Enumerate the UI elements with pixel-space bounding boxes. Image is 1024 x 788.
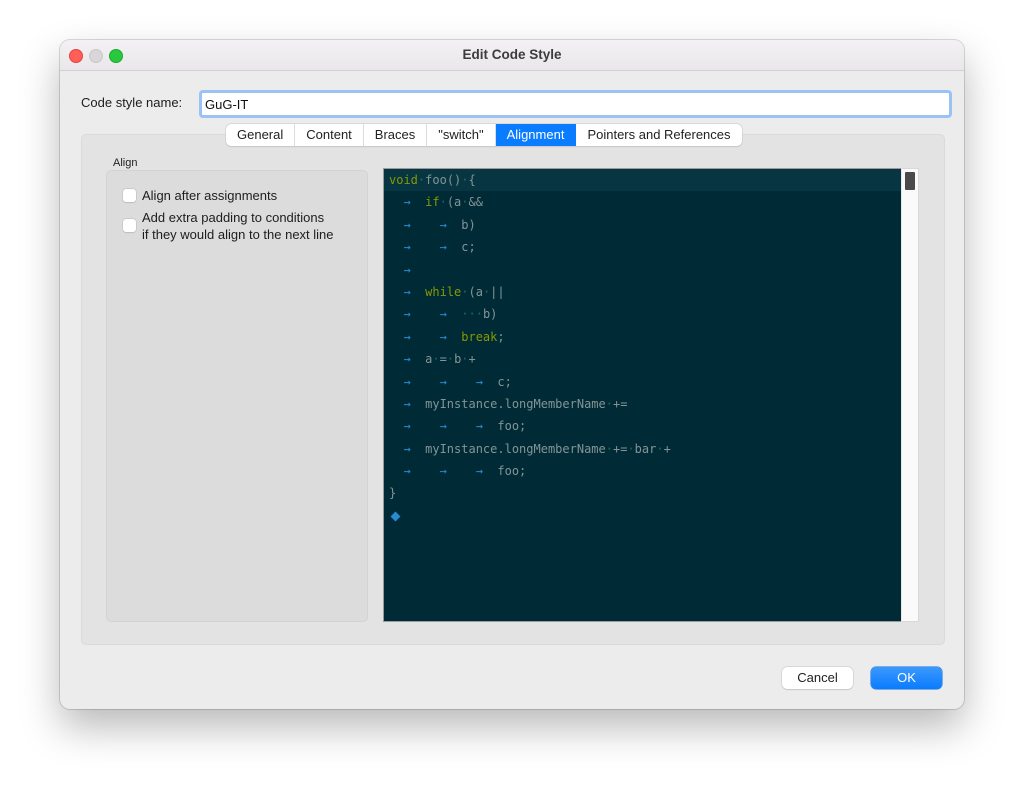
align-after-assignments-checkbox[interactable] bbox=[123, 189, 136, 202]
tab-marker-icon: → bbox=[425, 464, 462, 479]
code-line: → if·(a·&& bbox=[389, 195, 483, 210]
tab-marker-icon: → bbox=[389, 352, 426, 367]
tab-switch[interactable]: "switch" bbox=[427, 124, 496, 146]
ok-button[interactable]: OK bbox=[871, 667, 942, 689]
code-line: → myInstance.longMemberName·+=·bar·+ bbox=[389, 441, 671, 456]
code-line: → → → c; bbox=[389, 374, 512, 389]
tab-marker-icon: → bbox=[389, 329, 426, 344]
tab-marker-icon: → bbox=[425, 307, 462, 322]
tab-marker-icon: → bbox=[389, 374, 426, 389]
tab-braces[interactable]: Braces bbox=[364, 124, 428, 146]
tab-general[interactable]: General bbox=[226, 124, 296, 146]
code-line: → → → foo; bbox=[389, 464, 527, 479]
align-group-label: Align bbox=[113, 157, 138, 169]
tab-marker-icon: → bbox=[461, 419, 498, 434]
code-preview-editor[interactable]: void·foo()·{ → if·(a·&& → → b) → → c; → … bbox=[383, 168, 902, 622]
extra-padding-conditions-label: Add extra padding to conditions if they … bbox=[142, 209, 334, 243]
preview-scrollbar[interactable] bbox=[901, 168, 919, 622]
code-line: → myInstance.longMemberName·+= bbox=[389, 396, 628, 411]
tab-marker-icon: → bbox=[425, 374, 462, 389]
edit-code-style-dialog: Edit Code Style Code style name: General… bbox=[60, 40, 964, 709]
extra-padding-label-line2: if they would align to the next line bbox=[142, 227, 334, 242]
code-line: → → break; bbox=[389, 329, 505, 344]
code-line bbox=[384, 505, 902, 527]
end-of-file-marker-icon bbox=[390, 511, 401, 522]
tab-marker-icon: → bbox=[425, 329, 462, 344]
extra-padding-label-line1: Add extra padding to conditions bbox=[142, 210, 325, 225]
tab-marker-icon: → bbox=[389, 284, 426, 299]
tab-marker-icon: → bbox=[461, 464, 498, 479]
align-after-assignments-label: Align after assignments bbox=[142, 188, 278, 203]
code-style-name-label: Code style name: bbox=[81, 95, 183, 110]
tab-marker-icon: → bbox=[389, 396, 426, 411]
code-style-name-input[interactable] bbox=[199, 90, 952, 118]
tab-marker-icon: → bbox=[461, 374, 498, 389]
tab-marker-icon: → bbox=[425, 240, 462, 255]
tab-marker-icon: → bbox=[389, 262, 426, 277]
tab-marker-icon: → bbox=[389, 307, 426, 322]
tab-alignment[interactable]: Alignment bbox=[495, 124, 577, 146]
code-line: → bbox=[384, 259, 902, 281]
tab-pointers-and-references[interactable]: Pointers and References bbox=[576, 124, 741, 146]
tab-marker-icon: → bbox=[389, 441, 426, 456]
extra-padding-conditions-checkbox[interactable] bbox=[123, 219, 136, 232]
tab-bar: General Content Braces "switch" Alignmen… bbox=[226, 124, 742, 146]
tab-marker-icon: → bbox=[389, 464, 426, 479]
tab-marker-icon: → bbox=[425, 419, 462, 434]
align-options-group: Align after assignments Add extra paddin… bbox=[106, 170, 368, 622]
code-line: } bbox=[389, 486, 397, 501]
tab-marker-icon: → bbox=[389, 195, 426, 210]
code-line: → → b) bbox=[389, 217, 476, 232]
cancel-button[interactable]: Cancel bbox=[782, 667, 853, 689]
tab-content[interactable]: Content bbox=[295, 124, 364, 146]
code-line: → a·=·b·+ bbox=[389, 352, 476, 367]
preview-scrollbar-thumb[interactable] bbox=[905, 172, 915, 190]
code-line: → → → foo; bbox=[389, 419, 527, 434]
code-line: → → c; bbox=[389, 240, 476, 255]
tab-marker-icon: → bbox=[389, 217, 426, 232]
tab-marker-icon: → bbox=[425, 217, 462, 232]
extra-padding-conditions-option[interactable]: Add extra padding to conditions if they … bbox=[123, 209, 334, 243]
tab-marker-icon: → bbox=[389, 419, 426, 434]
title-bar: Edit Code Style bbox=[60, 40, 964, 71]
tab-marker-icon: → bbox=[389, 240, 426, 255]
code-line: → → ···b) bbox=[389, 307, 498, 322]
window-title: Edit Code Style bbox=[462, 47, 562, 62]
code-line: void·foo()·{ bbox=[384, 169, 902, 192]
align-after-assignments-option[interactable]: Align after assignments bbox=[123, 187, 277, 204]
code-line: → while·(a·|| bbox=[389, 284, 505, 299]
